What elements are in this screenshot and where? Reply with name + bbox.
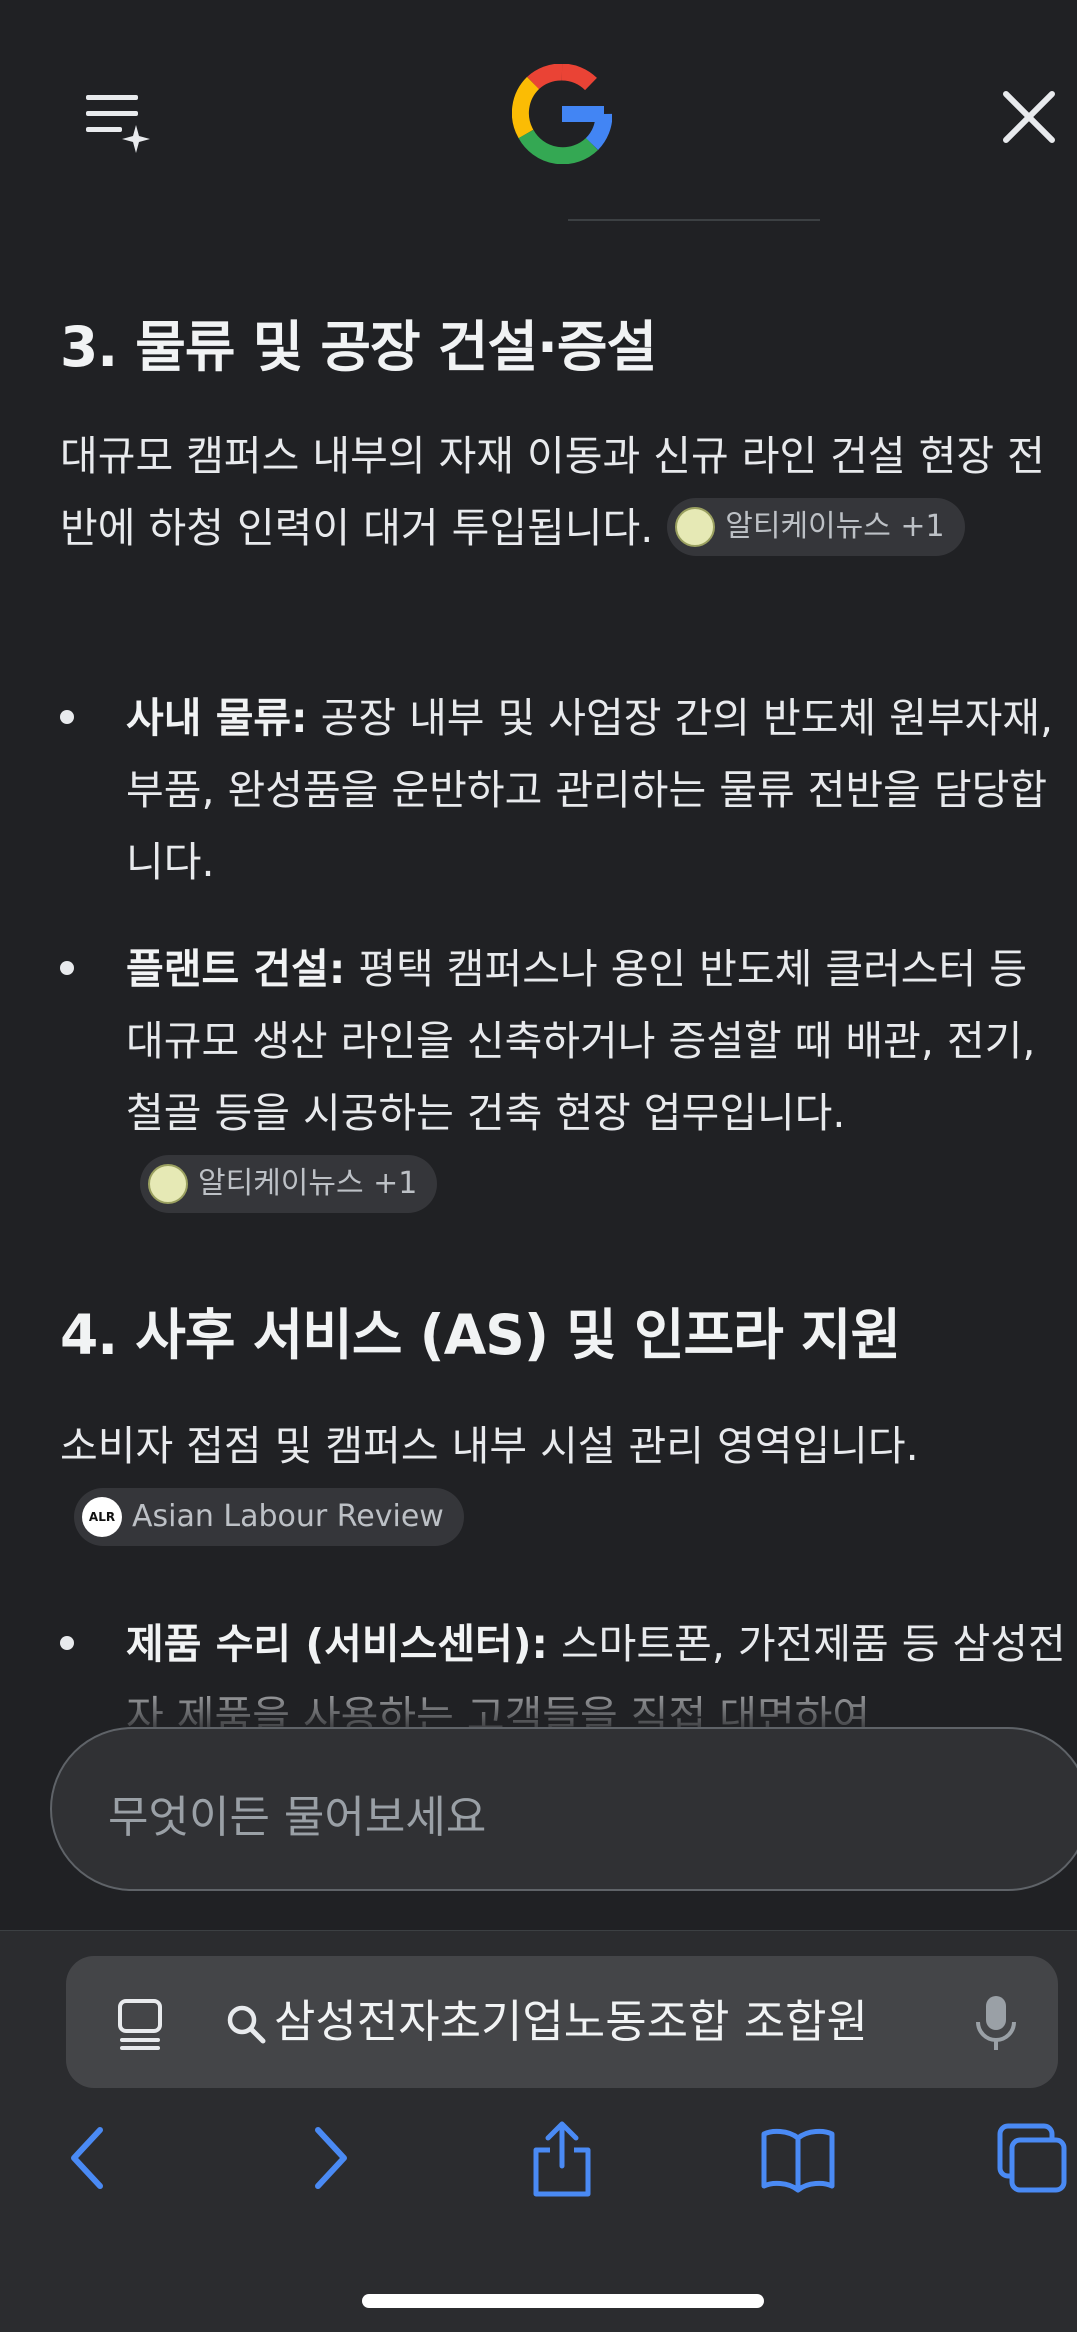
google-logo xyxy=(511,63,613,165)
address-bar[interactable]: 삼성전자초기업노동조합 조합원 xyxy=(66,1956,1058,2088)
source-chip-label: 알티케이뉴스 +1 xyxy=(198,1166,418,1201)
list-item: 사내 물류: 공장 내부 및 사업장 간의 반도체 원부자재, 부품, 완성품을… xyxy=(60,682,1070,898)
top-bar xyxy=(0,0,1077,230)
forward-icon[interactable] xyxy=(288,2118,372,2198)
ai-answer-content: 3. 물류 및 공장 건설·증설 대규모 캠퍼스 내부의 자재 이동과 신규 라… xyxy=(0,230,1077,1730)
bullet-dot xyxy=(60,710,74,724)
bullet-term: 제품 수리 (서비스센터): xyxy=(126,1620,548,1668)
section-4-intro-text: 소비자 접점 및 캠퍼스 내부 시설 관리 영역입니다. xyxy=(60,1422,919,1470)
list-item: 플랜트 건설: 평택 캠퍼스나 용인 반도체 클러스터 등 대규모 생산 라인을… xyxy=(60,933,1070,1221)
home-indicator xyxy=(362,2294,764,2308)
source-chip[interactable]: ALR Asian Labour Review xyxy=(74,1488,464,1546)
section-4-heading: 4. 사후 서비스 (AS) 및 인프라 지원 xyxy=(60,1303,901,1367)
microphone-icon[interactable] xyxy=(971,1994,1021,2054)
ask-placeholder: 무엇이든 물어보세요 xyxy=(108,1792,487,1843)
bookmarks-icon[interactable] xyxy=(756,2118,840,2198)
section-3-intro: 대규모 캠퍼스 내부의 자재 이동과 신규 라인 건설 현장 전반에 하청 인력… xyxy=(60,420,1050,564)
bullet-dot xyxy=(60,1636,74,1650)
bullet-term: 플랜트 건설: xyxy=(126,945,346,993)
rtk-news-icon xyxy=(675,507,716,547)
tab-menu-icon[interactable] xyxy=(116,1998,166,2050)
browser-toolbar: 삼성전자초기업노동조합 조합원 xyxy=(0,1930,1077,2332)
section-4-intro: 소비자 접점 및 캠퍼스 내부 시설 관리 영역입니다. ALR Asian Lab… xyxy=(60,1410,1050,1554)
section-3-heading: 3. 물류 및 공장 건설·증설 xyxy=(60,315,657,379)
ask-input[interactable]: 무엇이든 물어보세요 xyxy=(50,1727,1077,1891)
share-icon[interactable] xyxy=(520,2118,604,2198)
source-chip-label: Asian Labour Review xyxy=(132,1499,444,1534)
menu-sparkle-icon[interactable] xyxy=(80,85,152,155)
search-icon xyxy=(226,2004,266,2044)
bullet-dot xyxy=(60,961,74,975)
close-icon[interactable] xyxy=(998,86,1060,148)
alr-icon: ALR xyxy=(82,1497,122,1537)
bullet-term: 사내 물류: xyxy=(126,694,308,742)
tabs-icon[interactable] xyxy=(990,2118,1074,2198)
source-chip[interactable]: 알티케이뉴스 +1 xyxy=(140,1155,438,1213)
source-chip-label: 알티케이뉴스 +1 xyxy=(725,509,945,544)
rtk-news-icon xyxy=(148,1164,188,1204)
scroll-divider xyxy=(568,219,820,221)
back-icon[interactable] xyxy=(46,2118,130,2198)
address-text: 삼성전자초기업노동조합 조합원 xyxy=(274,1995,868,2048)
source-chip[interactable]: 알티케이뉴스 +1 xyxy=(667,498,965,556)
